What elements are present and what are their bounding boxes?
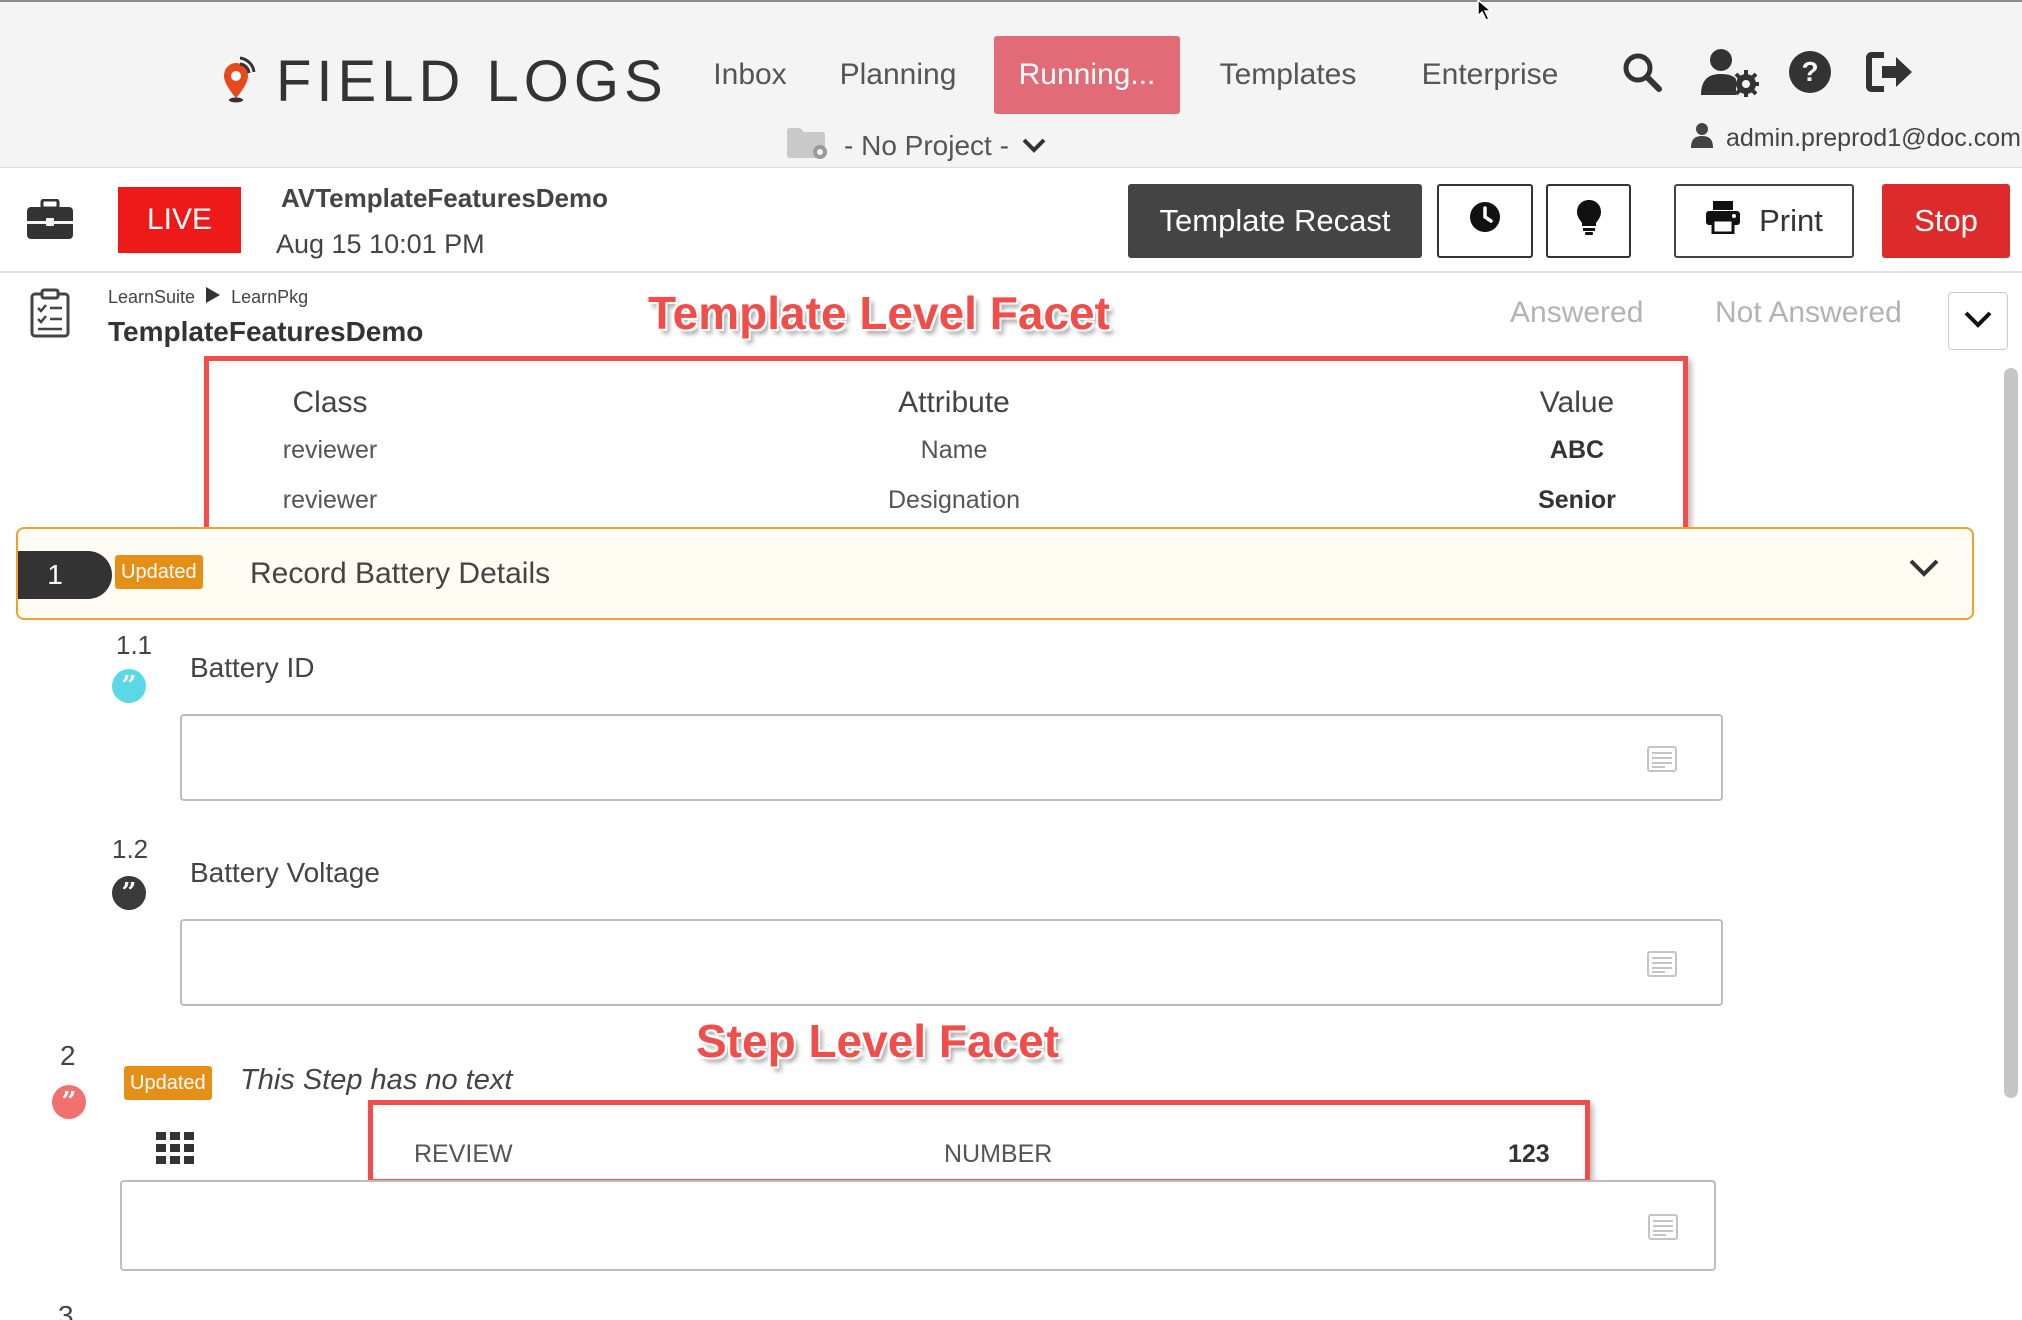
battery-voltage-input[interactable] [180,919,1723,1006]
nav-planning[interactable]: Planning [826,36,970,114]
step-1-header[interactable]: 1 Updated Record Battery Details [16,527,1974,620]
user-settings-icon[interactable] [1700,46,1760,98]
logout-icon[interactable] [1864,46,1916,98]
step-facet-attribute: NUMBER [944,1140,1053,1168]
filter-answered[interactable]: Answered [1510,296,1643,330]
svg-text:?: ? [1801,56,1818,87]
chevron-down-icon [1963,309,1993,334]
step-number: 1 [18,551,112,599]
facet-value-cell: ABC [1549,436,1605,464]
step-facet-class: REVIEW [414,1140,513,1168]
step-title: Record Battery Details [250,557,551,590]
user-account[interactable]: admin.preprod1@doc.com [1690,118,2021,158]
lightbulb-icon [1576,199,1602,243]
logo-text: FIELD LOGS [276,49,668,114]
top-navigation-bar: FIELD LOGS Inbox Planning Running... Tem… [0,0,2022,168]
history-button[interactable] [1437,184,1533,258]
step-number: 2 [60,1040,76,1071]
field-logs-logo[interactable]: FIELD LOGS [210,48,668,115]
quote-icon[interactable]: ” [112,669,146,703]
step-title: This Step has no text [240,1064,513,1096]
notes-icon[interactable] [1647,951,1677,982]
step-number: 3 [58,1300,74,1320]
stop-button[interactable]: Stop [1882,184,2010,258]
procedure-title: TemplateFeaturesDemo [108,316,424,347]
chevron-down-icon [1021,130,1047,162]
facet-header-attribute: Attribute [898,386,1010,419]
print-button[interactable]: Print [1674,184,1854,258]
nav-templates[interactable]: Templates [1206,36,1370,114]
help-icon[interactable]: ? [1784,46,1836,98]
updated-badge: Updated [124,1066,212,1100]
step-level-facet-annotation: Step Level Facet [696,1015,1060,1067]
breadcrumb-suite[interactable]: LearnSuite [108,287,195,308]
project-folder-icon [786,127,830,166]
battery-id-input[interactable] [180,714,1723,801]
notes-icon[interactable] [1648,1214,1678,1245]
project-label: - No Project - [844,130,1009,161]
facet-class-cell: reviewer [282,486,378,514]
substep-label: Battery ID [190,652,315,683]
step-facet-value: 123 [1508,1140,1550,1168]
template-level-facet-annotation: Template Level Facet [648,287,1110,339]
project-selector[interactable]: - No Project - [786,126,1047,166]
nav-inbox[interactable]: Inbox [690,36,810,114]
briefcase-icon[interactable] [26,198,74,246]
printer-icon [1705,200,1741,242]
filter-not-answered[interactable]: Not Answered [1715,296,1902,330]
live-status-badge: LIVE [118,187,241,253]
updated-badge: Updated [115,555,203,589]
template-recast-button[interactable]: Template Recast [1128,184,1422,258]
step-2-input[interactable] [120,1180,1716,1271]
mouse-cursor-icon [1476,0,1500,27]
substep-number: 1.2 [112,834,149,864]
run-datetime: Aug 15 10:01 PM [276,229,485,259]
grid-icon[interactable] [156,1132,194,1169]
clock-icon [1468,200,1502,242]
checklist-clipboard-icon [30,288,70,343]
scrollbar-thumb[interactable] [2004,368,2018,1098]
facet-header-class: Class [292,386,368,419]
breadcrumb-package[interactable]: LearnPkg [231,287,308,308]
facet-attribute-cell: Designation [887,486,1021,514]
run-toolbar: LIVE AVTemplateFeaturesDemo Aug 15 10:01… [0,169,2022,273]
print-label: Print [1759,203,1823,238]
breadcrumb: LearnSuite LearnPkg [108,284,308,310]
facet-header-value: Value [1539,386,1615,419]
chevron-down-icon[interactable] [1908,557,1940,584]
breadcrumb-separator-icon [205,286,221,309]
search-icon[interactable] [1616,46,1668,98]
nav-running[interactable]: Running... [994,36,1180,114]
tips-button[interactable] [1546,184,1631,258]
user-email: admin.preprod1@doc.com [1726,123,2021,152]
substep-number: 1.1 [116,630,153,660]
facet-attribute-cell: Name [920,436,988,464]
collapse-all-button[interactable] [1948,292,2008,350]
facet-class-cell: reviewer [282,436,378,464]
quote-icon[interactable]: ” [52,1085,86,1119]
logo-pin-icon [210,54,256,110]
nav-enterprise[interactable]: Enterprise [1408,36,1572,114]
facet-value-cell: Senior [1538,486,1616,514]
user-icon [1690,122,1714,155]
notes-icon[interactable] [1647,746,1677,777]
run-title: AVTemplateFeaturesDemo [281,183,609,213]
quote-icon[interactable]: ” [112,876,146,910]
substep-label: Battery Voltage [190,857,380,888]
